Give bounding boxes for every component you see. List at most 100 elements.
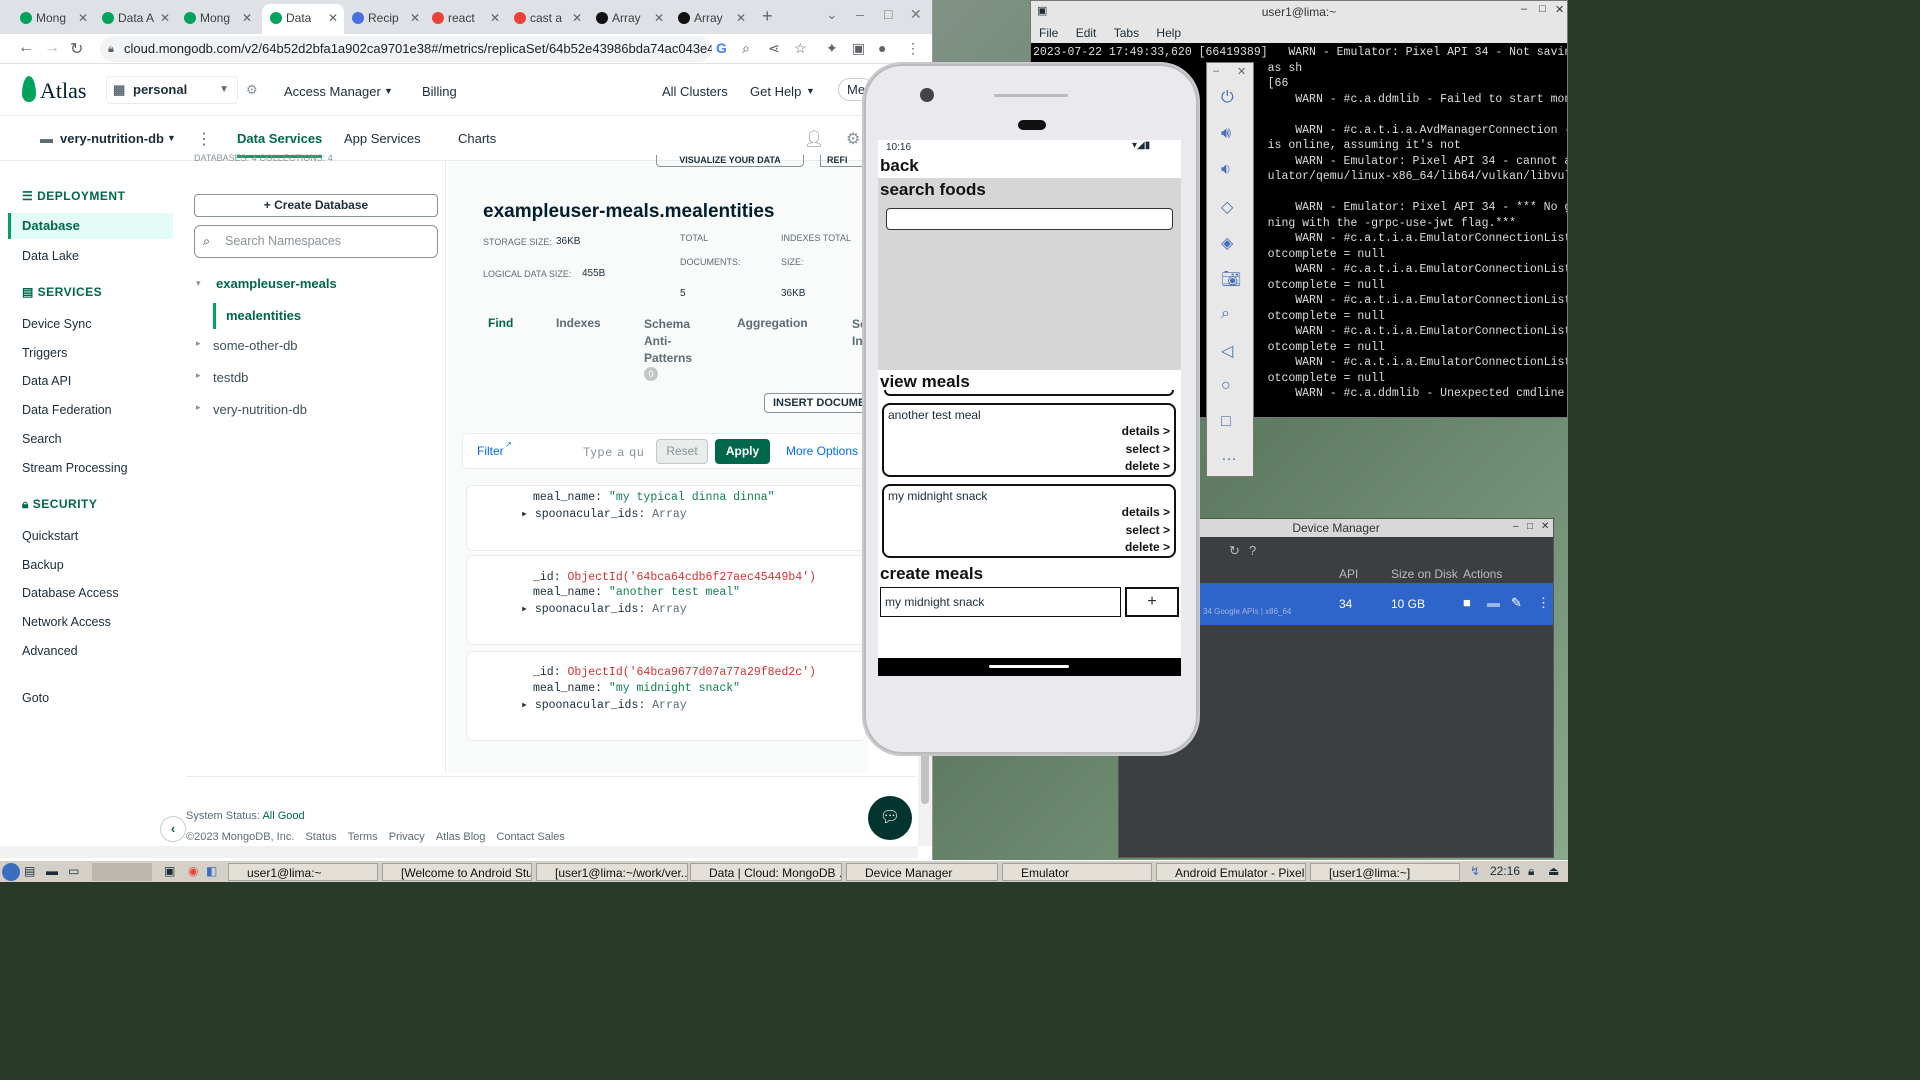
nav-all-clusters[interactable]: All Clusters xyxy=(662,84,728,99)
volume-up-icon[interactable]: 🔊︎ xyxy=(1221,125,1231,143)
project-options-icon[interactable]: ⋮ xyxy=(196,129,212,149)
db-item-testdb[interactable]: testdb xyxy=(213,370,248,385)
close-tab-icon[interactable]: ✕ xyxy=(242,4,252,32)
tab-schema-anti-patterns[interactable]: Schema Anti-Patterns xyxy=(644,316,704,367)
home-icon[interactable]: ○ xyxy=(1221,377,1231,395)
folder-icon[interactable]: ▬ xyxy=(1487,595,1500,610)
taskbar-item[interactable]: [user1@lima:~] xyxy=(1310,863,1460,881)
clock[interactable]: 22:16 xyxy=(1490,864,1520,878)
delete-button[interactable]: delete > xyxy=(1125,459,1170,473)
help-icon[interactable]: ? xyxy=(1249,543,1256,558)
browser-tab[interactable]: react ✕ xyxy=(424,4,506,34)
visualize-data-button[interactable]: VISUALIZE YOUR DATA xyxy=(656,155,804,167)
sidebar-item-search[interactable]: Search xyxy=(22,432,62,446)
filter-query-input[interactable]: Type a qu xyxy=(583,445,645,459)
menu-edit[interactable]: Edit xyxy=(1076,26,1097,40)
create-database-button[interactable]: + Create Database xyxy=(194,194,438,217)
close-window-icon[interactable]: ✕ xyxy=(1237,65,1246,78)
overview-icon[interactable]: □ xyxy=(1221,413,1231,431)
close-tab-icon[interactable]: ✕ xyxy=(328,4,338,32)
close-tab-icon[interactable]: ✕ xyxy=(654,4,664,32)
sidebar-item-stream-processing[interactable]: Stream Processing xyxy=(22,461,128,475)
minimize-icon[interactable]: – xyxy=(1521,3,1527,15)
menu-icon[interactable]: ⋮ xyxy=(906,40,920,57)
lock-icon[interactable]: 🔒︎ xyxy=(1528,864,1534,879)
taskbar-item[interactable]: [user1@lima:~/work/ver... xyxy=(536,863,688,881)
close-window-icon[interactable]: ✕ xyxy=(1555,3,1564,16)
taskbar-item[interactable]: user1@lima:~ xyxy=(228,863,378,881)
minimize-icon[interactable]: – xyxy=(856,6,864,22)
db-item-exampleuser-meals[interactable]: exampleuser-meals xyxy=(216,276,337,291)
maximize-icon[interactable]: □ xyxy=(884,6,892,22)
tab-aggregation[interactable]: Aggregation xyxy=(737,316,808,330)
tab-indexes[interactable]: Indexes xyxy=(556,316,601,330)
close-tab-icon[interactable]: ✕ xyxy=(410,4,420,32)
taskbar-item[interactable]: Emulator xyxy=(1002,863,1152,881)
logout-icon[interactable]: ⏏ xyxy=(1548,864,1559,878)
close-window-icon[interactable]: ✕ xyxy=(910,6,922,23)
org-selector[interactable]: ▦ personal ▼ xyxy=(106,76,238,104)
forward-icon[interactable]: → xyxy=(44,39,60,57)
terminal-launcher-icon[interactable]: ▤ xyxy=(24,864,35,878)
nav-billing[interactable]: Billing xyxy=(422,84,457,99)
close-window-icon[interactable]: ✕ xyxy=(1541,521,1549,532)
chrome-icon[interactable]: ◉ xyxy=(188,864,198,878)
browser-tab[interactable]: Recip ✕ xyxy=(344,4,426,34)
reset-button[interactable]: Reset xyxy=(656,439,708,464)
profile-icon[interactable]: ● xyxy=(878,40,886,56)
footer-link-privacy[interactable]: Privacy xyxy=(389,831,425,843)
start-menu-icon[interactable] xyxy=(2,863,20,881)
db-item-some-other-db[interactable]: some-other-db xyxy=(213,338,298,353)
sidebar-item-database[interactable]: Database xyxy=(8,213,173,239)
db-item-very-nutrition-db[interactable]: very-nutrition-db xyxy=(213,402,307,417)
sidebar-item-triggers[interactable]: Triggers xyxy=(22,346,67,360)
browser-tab[interactable]: Array ✕ xyxy=(670,4,752,34)
back-icon[interactable]: ◁ xyxy=(1221,341,1233,361)
sidebar-item-device-sync[interactable]: Device Sync xyxy=(22,317,91,331)
search-foods-input[interactable] xyxy=(886,208,1173,230)
insert-document-button[interactable]: INSERT DOCUMEI xyxy=(764,393,874,413)
create-meal-input[interactable]: my midnight snack xyxy=(880,587,1121,617)
back-icon[interactable]: ← xyxy=(18,39,34,57)
volume-down-icon[interactable]: 🔉︎ xyxy=(1221,161,1231,179)
delete-button[interactable]: delete > xyxy=(1125,540,1170,554)
chat-assistant-icon[interactable]: 💬︎ xyxy=(868,796,912,840)
filter-link[interactable]: Filter xyxy=(477,444,504,458)
android-studio-icon[interactable]: ◧ xyxy=(206,864,217,878)
extensions-icon[interactable]: ✦ xyxy=(826,40,838,57)
sidebar-item-database-access[interactable]: Database Access xyxy=(22,586,119,600)
sidepanel-icon[interactable]: ▣ xyxy=(852,40,865,57)
footer-link-terms[interactable]: Terms xyxy=(348,831,378,843)
browser-tab[interactable]: Mong ✕ xyxy=(12,4,94,34)
select-button[interactable]: select > xyxy=(1126,442,1170,456)
footer-link-status[interactable]: Status xyxy=(305,831,336,843)
browser-tab[interactable]: cast a ✕ xyxy=(506,4,588,34)
org-settings-gear-icon[interactable]: ⚙ xyxy=(246,82,258,98)
close-tab-icon[interactable]: ✕ xyxy=(78,4,88,32)
sidebar-item-quickstart[interactable]: Quickstart xyxy=(22,529,78,543)
home-gesture-handle[interactable] xyxy=(989,665,1069,668)
sidebar-item-data-lake[interactable]: Data Lake xyxy=(22,249,79,263)
tab-app-services[interactable]: App Services xyxy=(344,131,421,146)
rotate-right-icon[interactable]: ◈ xyxy=(1221,233,1233,253)
minimize-icon[interactable]: – xyxy=(1213,65,1219,77)
edit-icon[interactable]: ✎ xyxy=(1511,595,1522,611)
expand-triangle-icon[interactable]: ▸ xyxy=(521,699,535,712)
minimize-icon[interactable]: – xyxy=(1513,521,1519,532)
more-icon[interactable]: … xyxy=(1221,447,1237,465)
footer-link-blog[interactable]: Atlas Blog xyxy=(436,831,486,843)
workspace-switcher[interactable] xyxy=(92,863,152,881)
details-button[interactable]: details > xyxy=(1122,505,1170,519)
camera-icon[interactable]: 📷︎ xyxy=(1221,269,1241,289)
search-namespaces-input[interactable]: ⌕ Search Namespaces xyxy=(194,225,438,258)
sidebar-item-goto[interactable]: Goto xyxy=(22,691,49,705)
close-tab-icon[interactable]: ✕ xyxy=(160,4,170,32)
browser-tab[interactable]: Data ✕ xyxy=(262,4,344,34)
close-tab-icon[interactable]: ✕ xyxy=(736,4,746,32)
horizontal-scrollbar[interactable] xyxy=(0,846,918,858)
sidebar-item-advanced[interactable]: Advanced xyxy=(22,644,78,658)
close-tab-icon[interactable]: ✕ xyxy=(572,4,582,32)
atlas-logo[interactable]: Atlas xyxy=(40,78,86,104)
taskbar-item[interactable]: Android Emulator - Pixel... xyxy=(1156,863,1306,881)
browser-tab[interactable]: Array ✕ xyxy=(588,4,670,34)
